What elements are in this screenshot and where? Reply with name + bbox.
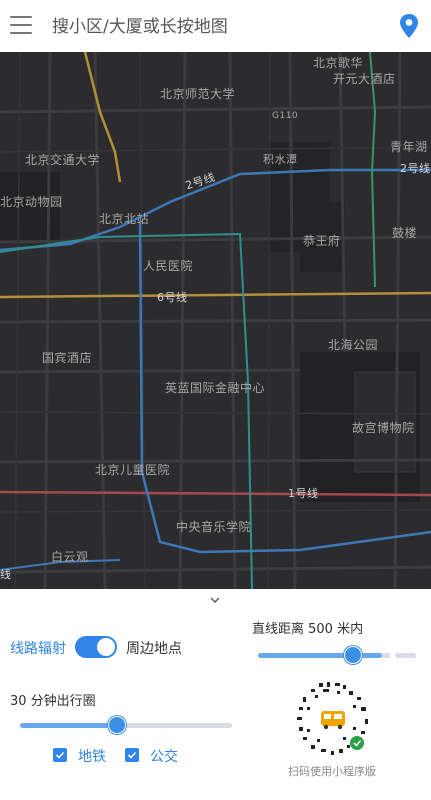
map-label: 北京歌华 (313, 56, 364, 70)
bus-checkbox[interactable] (125, 748, 139, 762)
map-label: 白云观 (51, 550, 89, 564)
slider-fill (20, 723, 116, 728)
map-label: 鼓楼 (392, 226, 418, 240)
distance-label: 直线距离 500 米内 (252, 622, 364, 637)
distance-slider[interactable] (258, 646, 416, 664)
map-label: G110 (272, 111, 299, 121)
nearby-places-label[interactable]: 周边地点 (126, 638, 182, 658)
subway-checkbox[interactable] (53, 748, 67, 762)
map-label: 国宾酒店 (42, 351, 93, 365)
map-label: 开元大酒店 (333, 72, 396, 86)
metro-line-label: 6号线 (157, 291, 188, 304)
map-label: 恭王府 (303, 234, 341, 248)
menu-icon[interactable] (10, 16, 32, 34)
map-label: 北京动物园 (0, 195, 63, 209)
map-label: 北京儿童医院 (95, 463, 171, 477)
metro-line-label: 线 (0, 568, 12, 581)
chevron-down-icon[interactable] (209, 596, 221, 604)
location-pin-icon[interactable] (398, 13, 420, 39)
travel-circle-label: 30 分钟出行圈 (10, 694, 96, 709)
map-label: 北京北站 (99, 212, 150, 226)
mini-program-qr-code (294, 680, 372, 758)
check-icon (55, 751, 65, 759)
slider-thumb[interactable] (344, 646, 362, 664)
search-input[interactable] (50, 12, 374, 42)
map-label: 青年湖 (390, 140, 428, 154)
line-radiation-label[interactable]: 线路辐射 (10, 638, 66, 658)
bus-label[interactable]: 公交 (150, 746, 178, 766)
map-label: 中央音乐学院 (176, 520, 252, 534)
map-label: 北京交通大学 (25, 153, 101, 167)
map-roads (0, 52, 431, 589)
subway-label[interactable]: 地铁 (78, 746, 106, 766)
slider-fill (258, 653, 382, 658)
map-label: 人民医院 (143, 259, 194, 273)
slider-track (116, 723, 232, 728)
map-view[interactable]: 北京歌华 开元大酒店 北京师范大学 G110 北京交通大学 青年湖 积水潭 北京… (0, 52, 431, 589)
qr-caption: 扫码使用小程序版 (288, 765, 376, 778)
map-label: 北京师范大学 (160, 87, 236, 101)
check-icon (127, 751, 137, 759)
metro-line-label: 1号线 (288, 487, 319, 500)
map-label: 故宫博物院 (352, 421, 415, 435)
slider-track (395, 653, 416, 658)
toggle-knob (97, 638, 115, 656)
slider-track (382, 653, 390, 658)
map-label: 北海公园 (328, 338, 379, 352)
slider-thumb[interactable] (108, 716, 126, 734)
map-label: 英蓝国际金融中心 (165, 381, 266, 395)
map-label: 积水潭 (263, 153, 298, 166)
top-bar (0, 0, 431, 52)
radiation-mode-toggle[interactable] (75, 636, 117, 658)
travel-time-slider[interactable] (20, 716, 232, 734)
metro-line-label: 2号线 (400, 162, 431, 175)
